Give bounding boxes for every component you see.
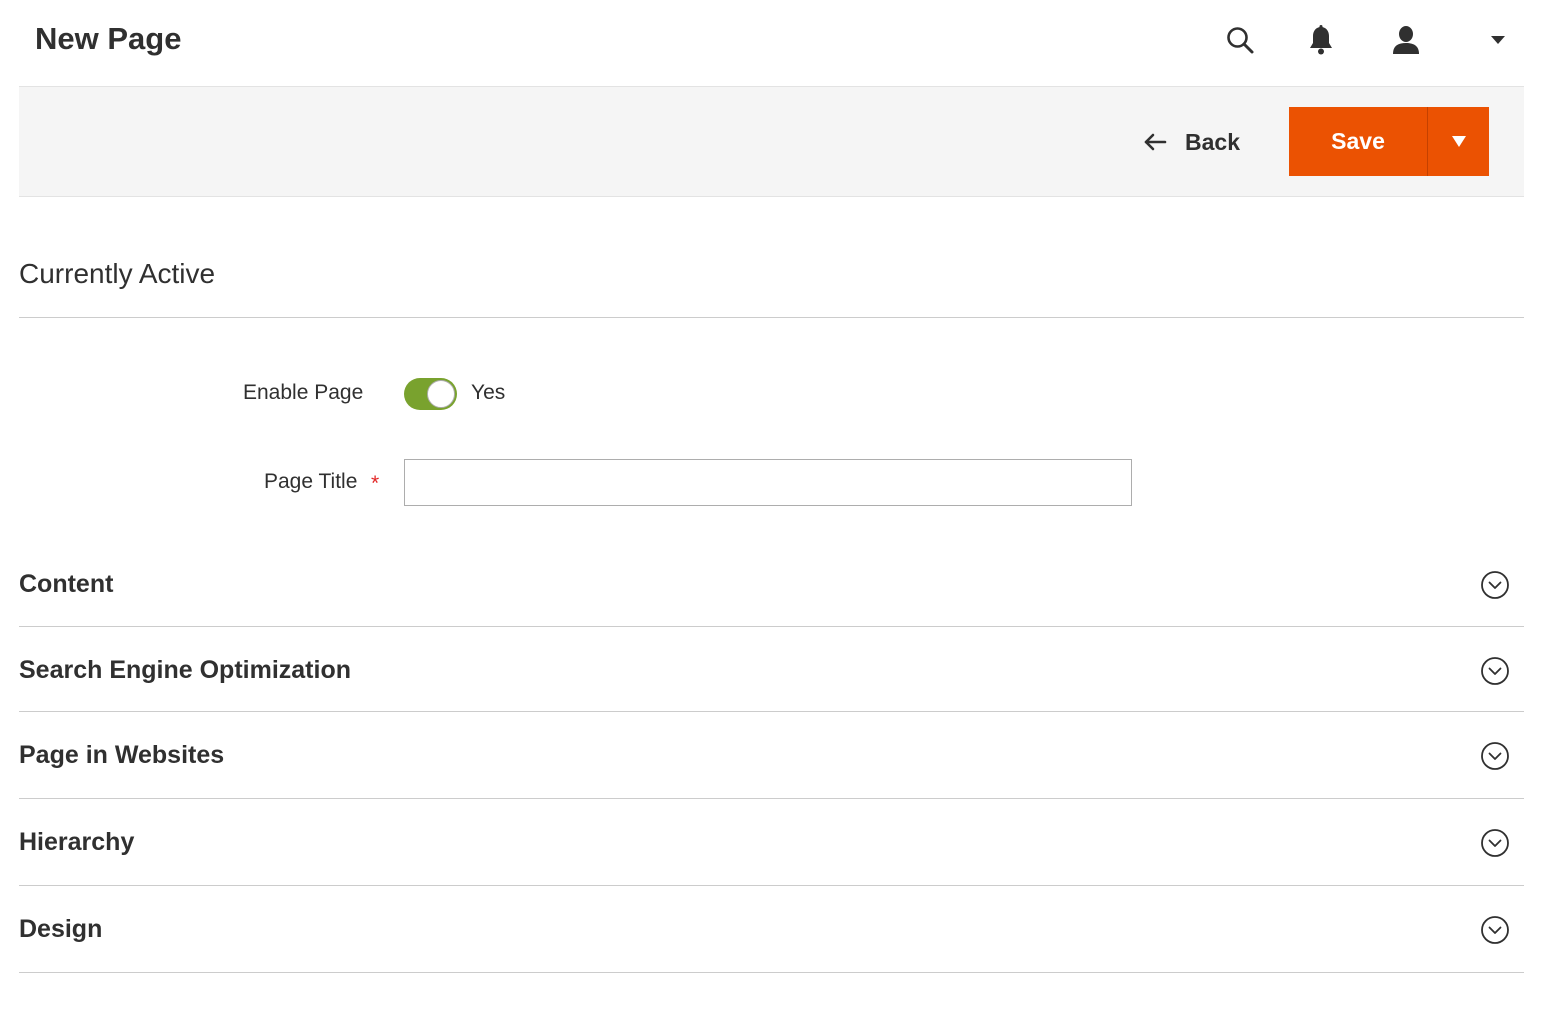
section-page-in-websites[interactable]: Page in Websites bbox=[19, 712, 1524, 799]
user-icon bbox=[1393, 26, 1419, 54]
enable-page-label: Enable Page bbox=[243, 381, 364, 404]
chevron-down-circle-icon bbox=[1481, 916, 1509, 944]
page-title-input[interactable] bbox=[404, 459, 1132, 506]
chevron-down-circle-icon bbox=[1481, 742, 1509, 770]
caret-down-icon bbox=[1451, 136, 1466, 147]
search-icon bbox=[1227, 27, 1254, 54]
fieldset-title: Currently Active bbox=[19, 258, 216, 289]
caret-down-icon bbox=[1491, 36, 1505, 44]
required-indicator: * bbox=[371, 472, 380, 495]
switch-knob bbox=[427, 380, 455, 408]
page-title: New Page bbox=[35, 21, 182, 56]
section-title: Hierarchy bbox=[19, 828, 135, 856]
chevron-down-circle-icon bbox=[1481, 829, 1509, 857]
section-hierarchy[interactable]: Hierarchy bbox=[19, 799, 1524, 886]
arrow-left-icon bbox=[1143, 132, 1167, 152]
section-seo[interactable]: Search Engine Optimization bbox=[19, 627, 1524, 712]
save-options-toggle[interactable] bbox=[1428, 107, 1489, 176]
notifications-button[interactable] bbox=[1303, 22, 1339, 58]
chevron-down-circle-icon bbox=[1481, 571, 1509, 599]
section-content[interactable]: Content bbox=[19, 542, 1524, 627]
section-title: Page in Websites bbox=[19, 741, 225, 769]
section-title: Content bbox=[19, 570, 114, 598]
bell-icon bbox=[1310, 25, 1332, 55]
section-design[interactable]: Design bbox=[19, 886, 1524, 973]
page-title-label: Page Title bbox=[264, 470, 358, 493]
save-button[interactable]: Save bbox=[1289, 107, 1427, 176]
page-actions-bar: Back Save bbox=[19, 87, 1524, 197]
enable-page-switch[interactable] bbox=[404, 378, 457, 410]
section-title: Design bbox=[19, 915, 103, 943]
divider bbox=[19, 317, 1524, 318]
back-button[interactable]: Back bbox=[1143, 125, 1240, 159]
section-title: Search Engine Optimization bbox=[19, 656, 351, 684]
chevron-down-circle-icon bbox=[1481, 657, 1509, 685]
back-label: Back bbox=[1185, 128, 1240, 155]
search-button[interactable] bbox=[1222, 22, 1258, 58]
user-account-button[interactable] bbox=[1388, 22, 1424, 58]
enable-page-value: Yes bbox=[471, 381, 506, 404]
user-menu-toggle[interactable] bbox=[1480, 22, 1516, 58]
save-split-button: Save bbox=[1289, 107, 1489, 176]
page-header: New Page bbox=[19, 0, 1524, 87]
